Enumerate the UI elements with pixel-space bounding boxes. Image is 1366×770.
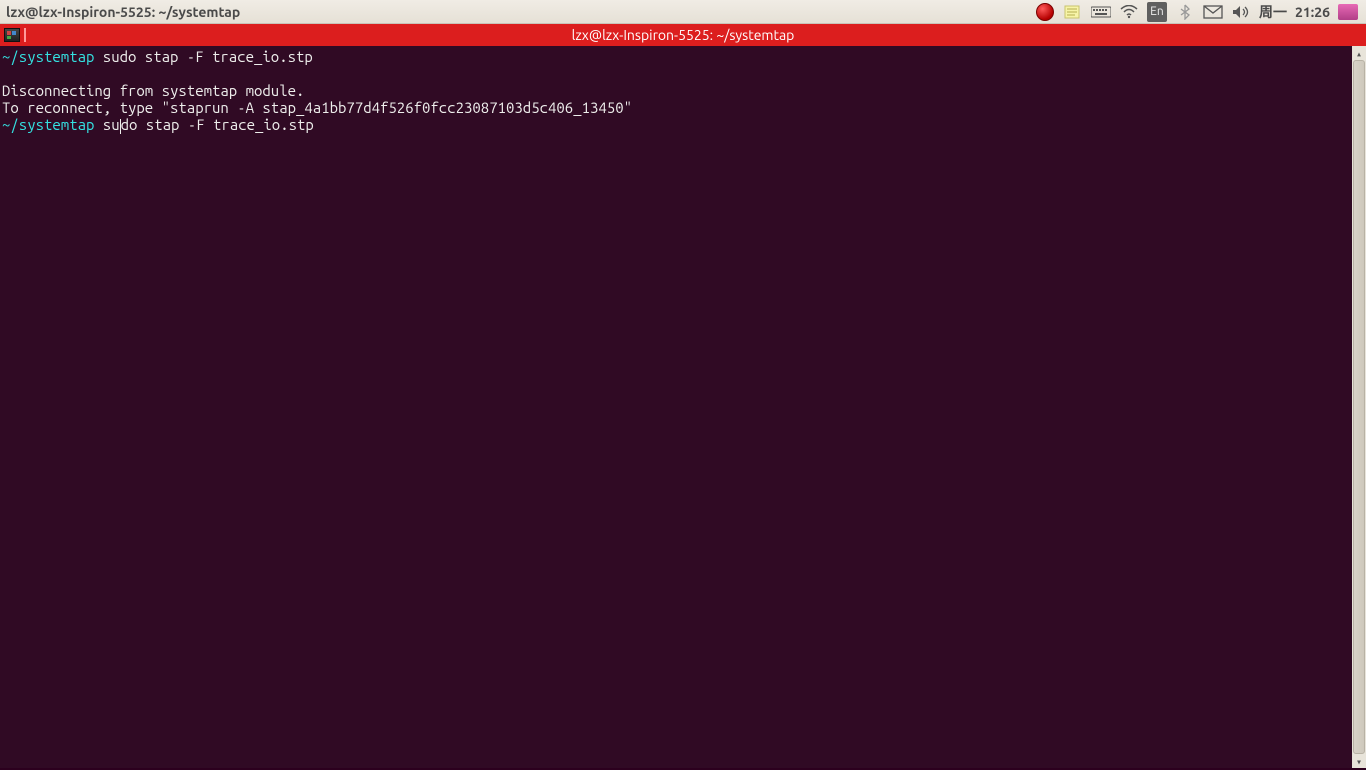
prompt-path: ~/systemtap (2, 48, 94, 65)
terminal-titlebar[interactable]: lzx@lzx-Inspiron-5525: ~/systemtap (0, 24, 1366, 46)
clock-time[interactable]: 21:26 (1295, 4, 1330, 20)
clock-day[interactable]: 周一 (1259, 2, 1287, 22)
prompt-command: sudo stap -F trace_io.stp (94, 48, 312, 65)
scroll-up-icon[interactable]: ▴ (1352, 46, 1366, 60)
text-cursor (120, 119, 121, 134)
scrollbar-thumb[interactable] (1353, 60, 1365, 754)
window-title: lzx@lzx-Inspiron-5525: ~/systemtap (4, 4, 1035, 20)
record-icon[interactable] (1035, 2, 1055, 22)
terminal-line: To reconnect, type "staprun -A stap_4a1b… (2, 99, 1364, 116)
mail-icon[interactable] (1203, 2, 1223, 22)
terminal-title: lzx@lzx-Inspiron-5525: ~/systemtap (572, 27, 795, 43)
session-icon[interactable] (1338, 2, 1358, 22)
volume-icon[interactable] (1231, 2, 1251, 22)
input-method-indicator[interactable]: En (1147, 2, 1167, 22)
terminal-line (2, 65, 1364, 82)
prompt-path: ~/systemtap (2, 116, 94, 133)
top-panel: lzx@lzx-Inspiron-5525: ~/systemtap En 周一… (0, 0, 1366, 24)
system-tray: En 周一 21:26 (1035, 2, 1362, 22)
window-control-icon[interactable] (4, 28, 20, 42)
scrollbar[interactable]: ▴ ▾ (1352, 46, 1366, 768)
bluetooth-icon[interactable] (1175, 2, 1195, 22)
titlebar-cursor (24, 28, 26, 42)
titlebar-controls (0, 28, 26, 42)
terminal-line: ~/systemtap sudo stap -F trace_io.stp (2, 116, 1364, 133)
terminal-body[interactable]: ~/systemtap sudo stap -F trace_io.stp Di… (0, 46, 1366, 768)
prompt-command: sudo stap -F trace_io.stp (94, 116, 313, 133)
scroll-down-icon[interactable]: ▾ (1352, 754, 1366, 768)
keyboard-icon[interactable] (1091, 2, 1111, 22)
notes-icon[interactable] (1063, 2, 1083, 22)
terminal-line: ~/systemtap sudo stap -F trace_io.stp (2, 48, 1364, 65)
wifi-icon[interactable] (1119, 2, 1139, 22)
terminal-line: Disconnecting from systemtap module. (2, 82, 1364, 99)
